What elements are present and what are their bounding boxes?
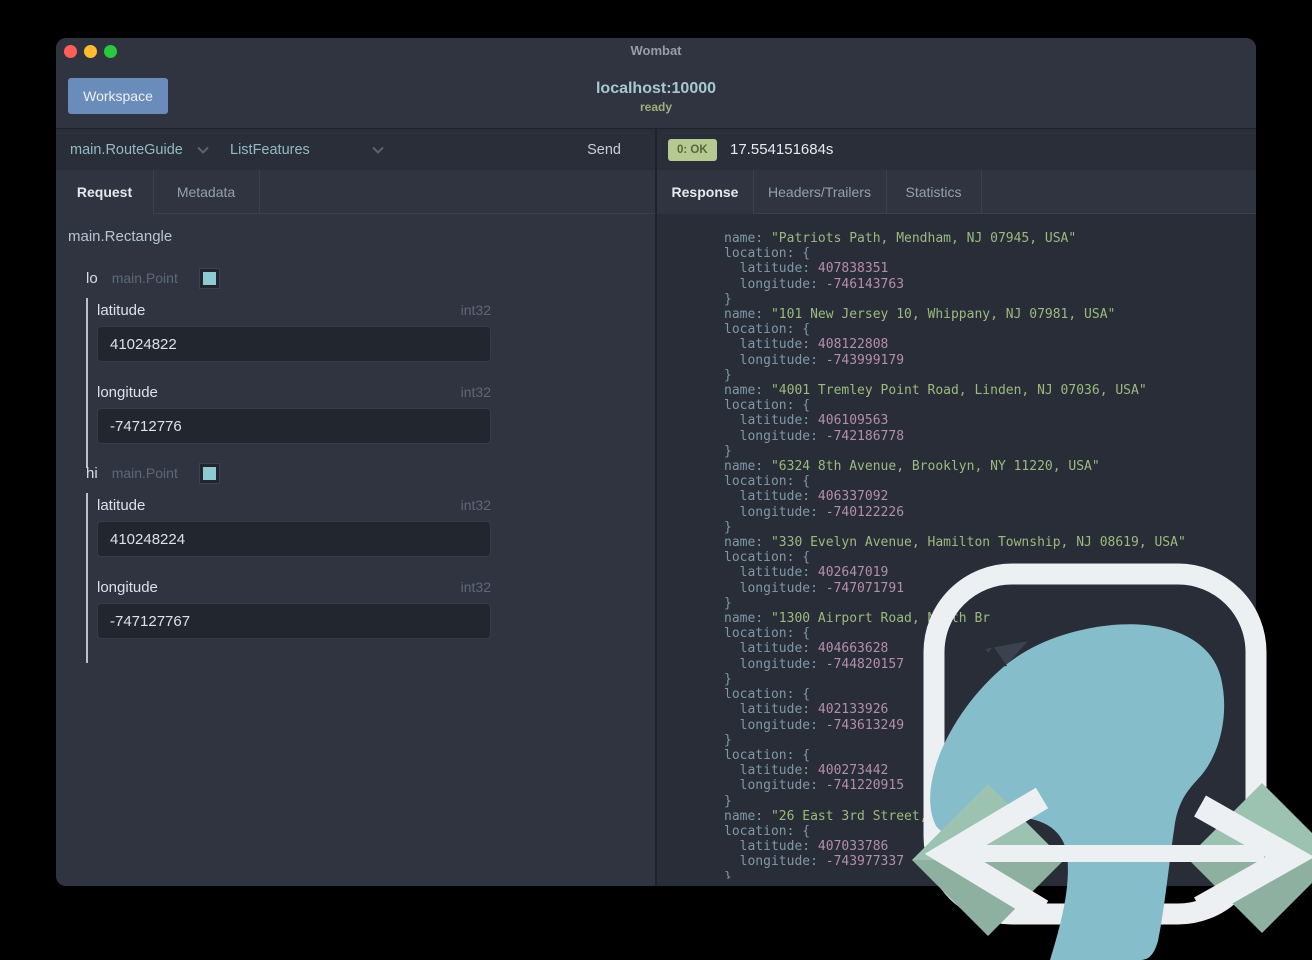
request-form: main.Rectangle lo main.Point latitude in… [56,214,655,886]
chevron-down-icon [197,141,209,159]
field-type: int32 [460,384,491,400]
response-line: } [724,595,732,611]
response-line: longitude: -743977337 [724,854,905,870]
tab-separator [153,170,154,214]
response-line: longitude: -744820157 [724,656,905,672]
call-duration: 17.554151684s [730,141,834,158]
response-line: longitude: -740122226 [724,504,905,520]
response-line: } [724,869,732,879]
response-line: name: "26 East 3rd Street, New Pr [724,808,983,824]
request-tab-bar: Request Metadata [56,170,655,214]
tab-response[interactable]: Response [657,170,753,214]
workspace-button[interactable]: Workspace [68,78,168,114]
response-line: location: { [724,687,811,703]
response-line: longitude: -747071791 [724,580,905,596]
tab-separator [753,170,754,214]
longitude-input[interactable] [97,408,491,444]
response-line: latitude: 406109563 [724,413,889,429]
tab-separator [259,170,260,214]
service-select[interactable]: main.RouteGuide [70,129,209,170]
response-line: location: { [724,747,811,763]
send-button[interactable]: Send [587,129,621,170]
group-name: hi [86,464,98,482]
response-line: location: { [724,398,811,414]
message-set-checkbox[interactable] [198,267,220,289]
response-line: longitude: -743999179 [724,352,905,368]
response-line: longitude: -746143763 [724,276,905,292]
group-type: main.Point [111,270,178,286]
response-line: latitude: 407838351 [724,261,889,277]
server-address: localhost:10000 [595,80,717,97]
field-label: latitude [97,301,146,319]
status-badge: 0: OK [668,139,717,161]
field-type: int32 [460,302,491,318]
latitude-input[interactable] [97,521,491,557]
response-line: latitude: 400273442 [724,763,889,779]
response-panel: name: "Patriots Path, Mendham, NJ 07945,… [657,214,1256,886]
connection-status: ready [639,100,673,114]
response-line: latitude: 402133926 [724,702,889,718]
tab-request[interactable]: Request [56,170,153,214]
field-label: latitude [97,496,146,514]
response-line: location: { [724,823,811,839]
field-group-lo: lo main.Point latitude int32 longitude i… [86,266,491,468]
response-line: name: "Patriots Path, Mendham, NJ 07945,… [724,231,1077,246]
response-line: location: { [724,626,811,642]
response-output[interactable]: name: "Patriots Path, Mendham, NJ 07945,… [724,231,1256,879]
titlebar: Wombat [56,38,1256,64]
response-line: location: { [724,474,811,490]
wombat-window: Wombat Workspace localhost:10000 ready m… [56,38,1256,886]
service-select-value: main.RouteGuide [70,141,183,158]
chevron-down-icon [372,141,384,159]
field-label: longitude [97,383,158,401]
response-line: longitude: -743613249 [724,717,905,733]
message-type-label: main.Rectangle [68,228,173,245]
tab-metadata[interactable]: Metadata [153,170,259,214]
response-line: } [724,793,732,809]
response-line: } [724,291,732,307]
group-name: lo [86,269,98,287]
response-line: name: "4001 Tremley Point Road, Linden, … [724,383,1147,399]
method-select[interactable]: ListFeatures [230,129,384,170]
response-line: latitude: 406337092 [724,489,889,505]
response-line: name: "101 New Jersey 10, Whippany, NJ 0… [724,307,1116,323]
group-type: main.Point [111,465,178,481]
field-type: int32 [460,497,491,513]
response-line: latitude: 408122808 [724,337,889,353]
response-line: latitude: 402647019 [724,565,889,581]
response-line: latitude: 404663628 [724,641,889,657]
desktop: Wombat Workspace localhost:10000 ready m… [0,0,1312,960]
response-line: name: "1300 Airport Road, North Br [724,611,991,627]
response-status-row: 0: OK 17.554151684s [657,129,1256,170]
response-line: longitude: -741220915 [724,778,905,794]
response-line: longitude: -742186778 [724,428,905,444]
tab-statistics[interactable]: Statistics [886,170,981,214]
longitude-input[interactable] [97,603,491,639]
tab-headers-trailers[interactable]: Headers/Trailers [753,170,886,214]
response-line: location: { [724,246,811,262]
tab-separator [981,170,982,214]
window-title: Wombat [630,43,682,58]
response-line: name: "330 Evelyn Avenue, Hamilton Towns… [724,535,1186,551]
response-line: } [724,443,732,459]
response-line: } [724,367,732,383]
response-line: } [724,732,732,748]
method-select-value: ListFeatures [230,141,310,158]
response-tab-bar: Response Headers/Trailers Statistics [657,170,1256,214]
connection-info: localhost:10000 ready [56,80,1256,114]
request-toolbar: main.RouteGuide ListFeatures Send [56,129,655,170]
message-set-checkbox[interactable] [198,462,220,484]
field-label: longitude [97,578,158,596]
latitude-input[interactable] [97,326,491,362]
response-line: } [724,671,732,687]
response-line: location: { [724,550,811,566]
field-type: int32 [460,579,491,595]
response-line: location: { [724,322,811,338]
response-line: latitude: 407033786 [724,839,889,855]
response-line: } [724,519,732,535]
field-group-hi: hi main.Point latitude int32 longitude i… [86,461,491,663]
tab-separator [886,170,887,214]
response-line: name: "6324 8th Avenue, Brooklyn, NY 112… [724,459,1100,475]
